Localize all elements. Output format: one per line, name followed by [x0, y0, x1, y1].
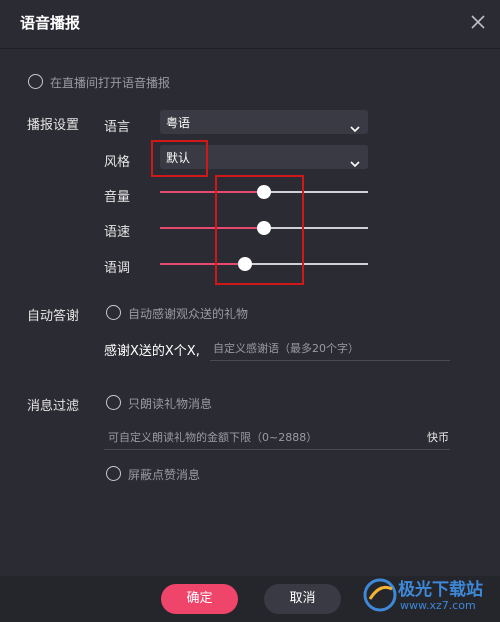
style-value: 默认: [166, 151, 191, 165]
auto-thanks-label: 自动答谢: [27, 309, 80, 324]
auto-thanks-option-label: 自动感谢观众送的礼物: [128, 307, 249, 321]
slider-fill: [160, 227, 264, 229]
block-likes-radio[interactable]: [106, 466, 121, 481]
gift-only-radio[interactable]: [106, 395, 121, 410]
amount-unit-label: 快币: [427, 431, 449, 444]
gift-amount-input[interactable]: 可自定义朗读礼物的金额下限（0~2888）: [108, 429, 317, 445]
dialog-title: 语音播报: [20, 14, 81, 32]
slider-fill: [160, 191, 264, 193]
block-likes-label: 屏蔽点赞消息: [128, 468, 201, 482]
close-icon[interactable]: [470, 14, 486, 30]
watermark-icon: [363, 578, 397, 612]
slider-thumb[interactable]: [257, 221, 271, 235]
auto-thanks-radio[interactable]: [106, 305, 121, 320]
pitch-label: 语调: [104, 261, 131, 276]
watermark-url: www.xz7.com: [400, 599, 476, 612]
message-filter-label: 消息过滤: [27, 399, 80, 414]
watermark-logo: 极光下载站 www.xz7.com: [360, 571, 498, 619]
volume-slider[interactable]: [160, 184, 368, 200]
language-value: 粤语: [166, 116, 191, 130]
speed-slider[interactable]: [160, 220, 368, 236]
chevron-down-icon: [350, 153, 360, 172]
broadcast-settings-label: 播报设置: [27, 118, 80, 133]
speed-label: 语速: [104, 225, 131, 240]
confirm-button[interactable]: 确定: [161, 584, 238, 614]
pitch-slider[interactable]: [160, 256, 368, 272]
thanks-input-underline: [210, 360, 450, 361]
gift-only-label: 只朗读礼物消息: [128, 397, 213, 411]
title-divider: [0, 48, 500, 49]
slider-fill: [160, 263, 246, 265]
live-room-broadcast-label: 在直播间打开语音播报: [50, 76, 171, 90]
slider-thumb[interactable]: [238, 257, 253, 271]
thanks-message-input[interactable]: 自定义感谢语（最多20个字）: [213, 340, 359, 356]
cancel-button[interactable]: 取消: [264, 584, 341, 614]
style-select[interactable]: 默认: [160, 145, 368, 169]
slider-thumb[interactable]: [257, 185, 271, 199]
language-label: 语言: [104, 120, 131, 135]
thanks-prefix: 感谢X送的X个X,: [104, 344, 200, 359]
amount-input-underline: [104, 449, 450, 450]
voice-broadcast-dialog: 语音播报 在直播间打开语音播报 播报设置 语言 粤语 风格 默认 音量 语速 语…: [0, 0, 500, 622]
volume-label: 音量: [104, 190, 131, 205]
chevron-down-icon: [350, 118, 360, 137]
style-label: 风格: [104, 155, 131, 170]
live-room-broadcast-radio[interactable]: [28, 74, 43, 89]
watermark-brand: 极光下载站: [398, 580, 483, 600]
language-select[interactable]: 粤语: [160, 110, 368, 134]
